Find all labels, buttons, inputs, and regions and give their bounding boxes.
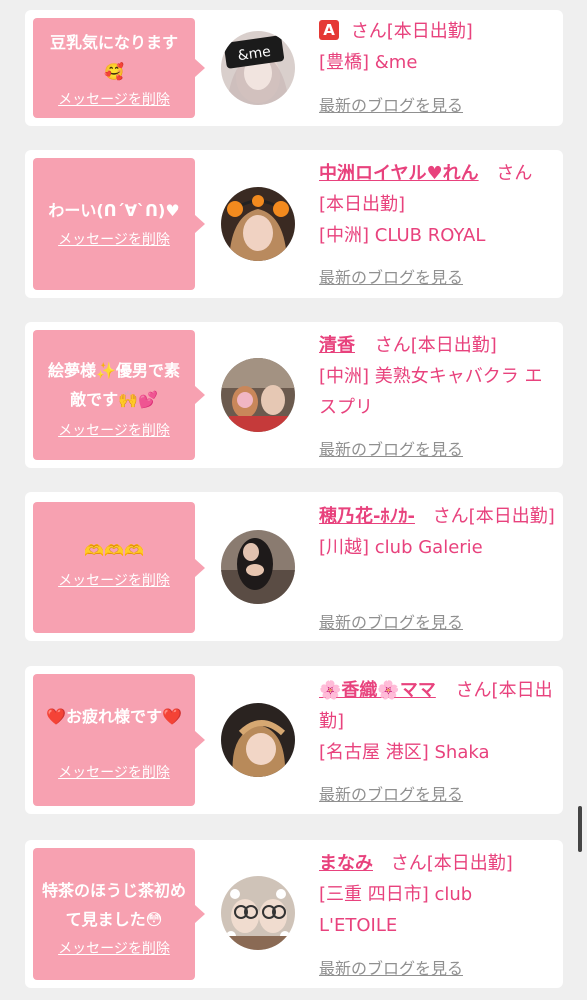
message-bubble: 絵夢様✨優男で素敵です🙌💕 メッセージを削除 (33, 330, 205, 460)
latest-blog-link[interactable]: 最新のブログを見る (319, 955, 463, 979)
cast-honorific: さん[本日出勤] (350, 21, 473, 42)
message-card: 特茶のほうじ茶初めて見ました😳 メッセージを削除 まなみ さん[本日出勤] [三… (25, 840, 563, 988)
message-bubble: 豆乳気になります🥰 メッセージを削除 (33, 18, 205, 118)
message-card: 🫶🫶🫶 メッセージを削除 穂乃花-ﾎﾉｶ- さん[本日出勤] [川越] club… (25, 492, 563, 641)
cast-info: 🌸香織🌸ママ さん[本日出勤] [名古屋 港区] Shaka (319, 675, 555, 768)
delete-message-link[interactable]: メッセージを削除 (33, 762, 195, 782)
delete-message-link[interactable]: メッセージを削除 (33, 570, 195, 590)
cast-avatar[interactable] (221, 703, 295, 777)
latest-blog-link[interactable]: 最新のブログを見る (319, 436, 463, 460)
cast-name-link[interactable]: まなみ (319, 853, 373, 874)
cast-info: 中洲ロイヤル♥れん さん[本日出勤] [中洲] CLUB ROYAL (319, 158, 555, 251)
cast-name-link[interactable]: 清香 (319, 335, 355, 356)
latest-blog-link[interactable]: 最新のブログを見る (319, 92, 463, 116)
message-bubble: 特茶のほうじ茶初めて見ました😳 メッセージを削除 (33, 848, 205, 980)
cast-name-link[interactable]: 🌸香織🌸ママ (319, 680, 436, 701)
cast-name-link[interactable]: 中洲ロイヤル♥れん (319, 163, 479, 184)
message-bubble: ❤️お疲れ様です❤️ メッセージを削除 (33, 674, 205, 806)
delete-message-link[interactable]: メッセージを削除 (33, 420, 195, 440)
shop-name: [中洲] CLUB ROYAL (319, 225, 486, 246)
delete-message-link[interactable]: メッセージを削除 (33, 938, 195, 958)
shop-name: [三重 四日市] club L'ETOILE (319, 884, 473, 936)
message-bubble: わーい(ᑎ´∀`ᑎ)♥ メッセージを削除 (33, 158, 205, 290)
shop-name: [名古屋 港区] Shaka (319, 742, 490, 763)
latest-blog-link[interactable]: 最新のブログを見る (319, 609, 463, 633)
message-text: 豆乳気になります🥰 (49, 33, 178, 81)
message-bubble: 🫶🫶🫶 メッセージを削除 (33, 502, 205, 633)
cast-info: 清香 さん[本日出勤] [中洲] 美熟女キャバクラ エスプリ (319, 330, 555, 423)
cast-avatar[interactable] (221, 358, 295, 432)
latest-blog-link[interactable]: 最新のブログを見る (319, 264, 463, 288)
delete-message-link[interactable]: メッセージを削除 (33, 89, 195, 109)
cast-honorific: さん[本日出勤] (390, 853, 513, 874)
message-card: ❤️お疲れ様です❤️ メッセージを削除 🌸香織🌸ママ さん[本日出勤] [名古屋… (25, 666, 563, 814)
shop-name: [川越] club Galerie (319, 537, 483, 558)
delete-message-link[interactable]: メッセージを削除 (33, 229, 195, 249)
cast-honorific: さん[本日出勤] (432, 506, 555, 527)
cast-info: 穂乃花-ﾎﾉｶ- さん[本日出勤] [川越] club Galerie (319, 501, 555, 563)
badge-a-icon: A (319, 20, 339, 40)
cast-honorific: さん[本日出勤] (374, 335, 497, 356)
cast-avatar[interactable]: &me (221, 31, 295, 105)
cast-info: まなみ さん[本日出勤] [三重 四日市] club L'ETOILE (319, 848, 555, 941)
shop-name: [豊橋] &me (319, 52, 418, 73)
message-text: 絵夢様✨優男で素敵です🙌💕 (48, 361, 180, 409)
message-card: 絵夢様✨優男で素敵です🙌💕 メッセージを削除 清香 さん[本日出勤] [中洲] … (25, 322, 563, 468)
cast-info: A さん[本日出勤] [豊橋] &me (319, 16, 555, 78)
message-card: 豆乳気になります🥰 メッセージを削除 &me A さん[本日出勤] [豊橋] &… (25, 10, 563, 126)
cast-avatar[interactable] (221, 530, 295, 604)
vertical-scrollbar[interactable] (578, 806, 582, 852)
message-text: わーい(ᑎ´∀`ᑎ)♥ (48, 201, 180, 220)
cast-name-link[interactable]: 穂乃花-ﾎﾉｶ- (319, 506, 415, 527)
shop-name: [中洲] 美熟女キャバクラ エスプリ (319, 366, 543, 418)
message-card: わーい(ᑎ´∀`ᑎ)♥ メッセージを削除 中洲ロイヤル♥れん さん[本日出勤] … (25, 150, 563, 298)
message-text: 特茶のほうじ茶初めて見ました😳 (41, 881, 186, 929)
latest-blog-link[interactable]: 最新のブログを見る (319, 781, 463, 805)
cast-avatar[interactable] (221, 187, 295, 261)
message-text: 🫶🫶🫶 (84, 541, 144, 560)
cast-avatar[interactable] (221, 876, 295, 950)
message-text: ❤️お疲れ様です❤️ (46, 707, 182, 726)
